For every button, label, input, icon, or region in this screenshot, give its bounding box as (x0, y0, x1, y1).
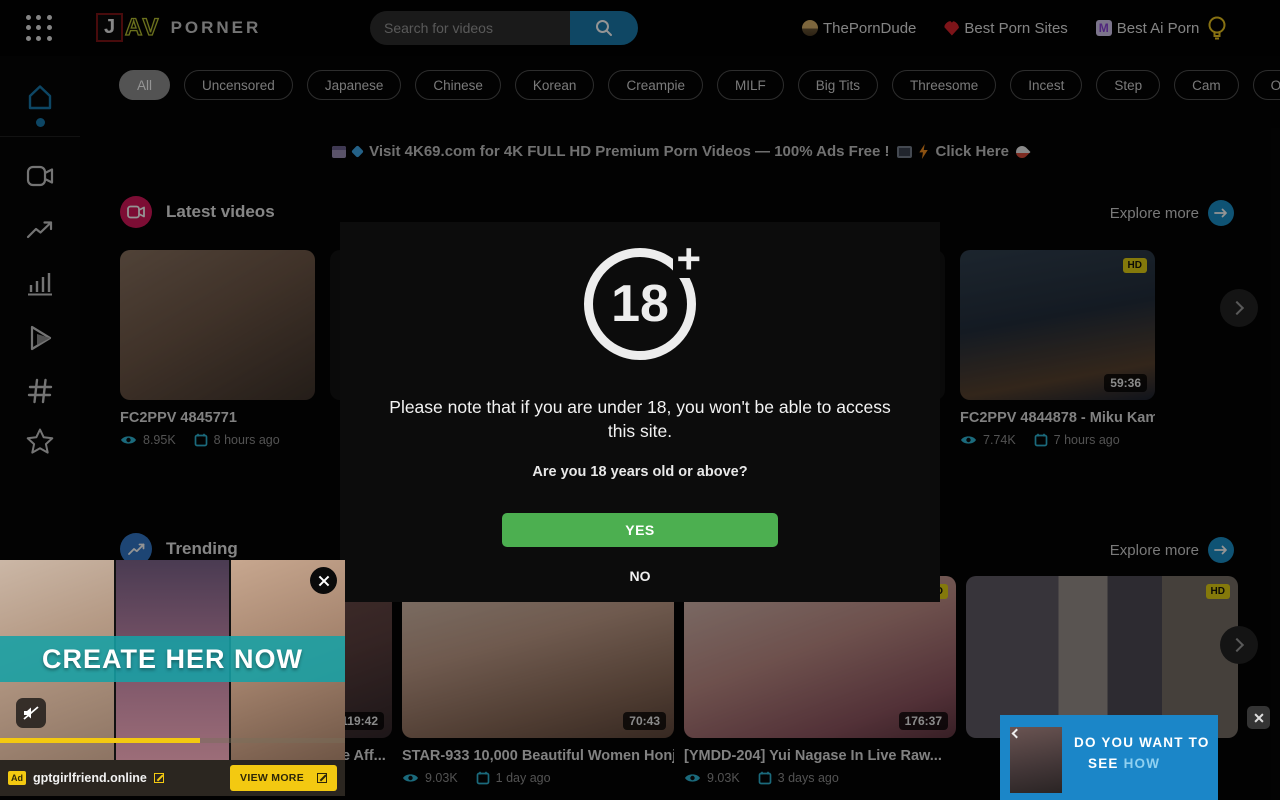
video-ad-overlay[interactable]: CREATE HER NOW (0, 560, 345, 760)
ad-info-bar: Ad gptgirlfriend.online VIEW MORE (0, 760, 345, 796)
ad-close-button[interactable] (1247, 706, 1270, 729)
back-arrow-icon (1012, 729, 1022, 739)
ad-progress-bar[interactable] (0, 738, 345, 743)
mute-button[interactable] (16, 698, 46, 728)
mute-icon (22, 705, 40, 721)
external-link-icon (154, 773, 164, 783)
age-question-text: Are you 18 years old or above? (340, 464, 940, 480)
ad-badge: Ad (8, 771, 26, 785)
age-verification-modal: 18 + Please note that if you are under 1… (340, 222, 940, 602)
eighteen-plus-icon: 18 + (574, 238, 706, 370)
view-more-button[interactable]: VIEW MORE (230, 765, 337, 791)
age-warning-text: Please note that if you are under 18, yo… (374, 396, 906, 443)
external-link-icon (317, 773, 327, 783)
ad-cta-band[interactable]: CREATE HER NOW (0, 636, 345, 682)
ad-domain-link[interactable]: gptgirlfriend.online (33, 771, 147, 785)
page: J AV PORNER ThePornDude Best Porn Sites (0, 0, 1280, 800)
yes-button[interactable]: YES (502, 513, 778, 547)
bottom-right-ad[interactable]: DO YOU WANT TO SEE HOW (1000, 715, 1218, 800)
no-button[interactable]: NO (624, 567, 657, 585)
ad-text: DO YOU WANT TO SEE HOW (1074, 733, 1210, 775)
ad-close-button[interactable] (310, 567, 337, 594)
ad-image (1010, 727, 1062, 793)
ad-cta-text: CREATE HER NOW (42, 644, 303, 675)
